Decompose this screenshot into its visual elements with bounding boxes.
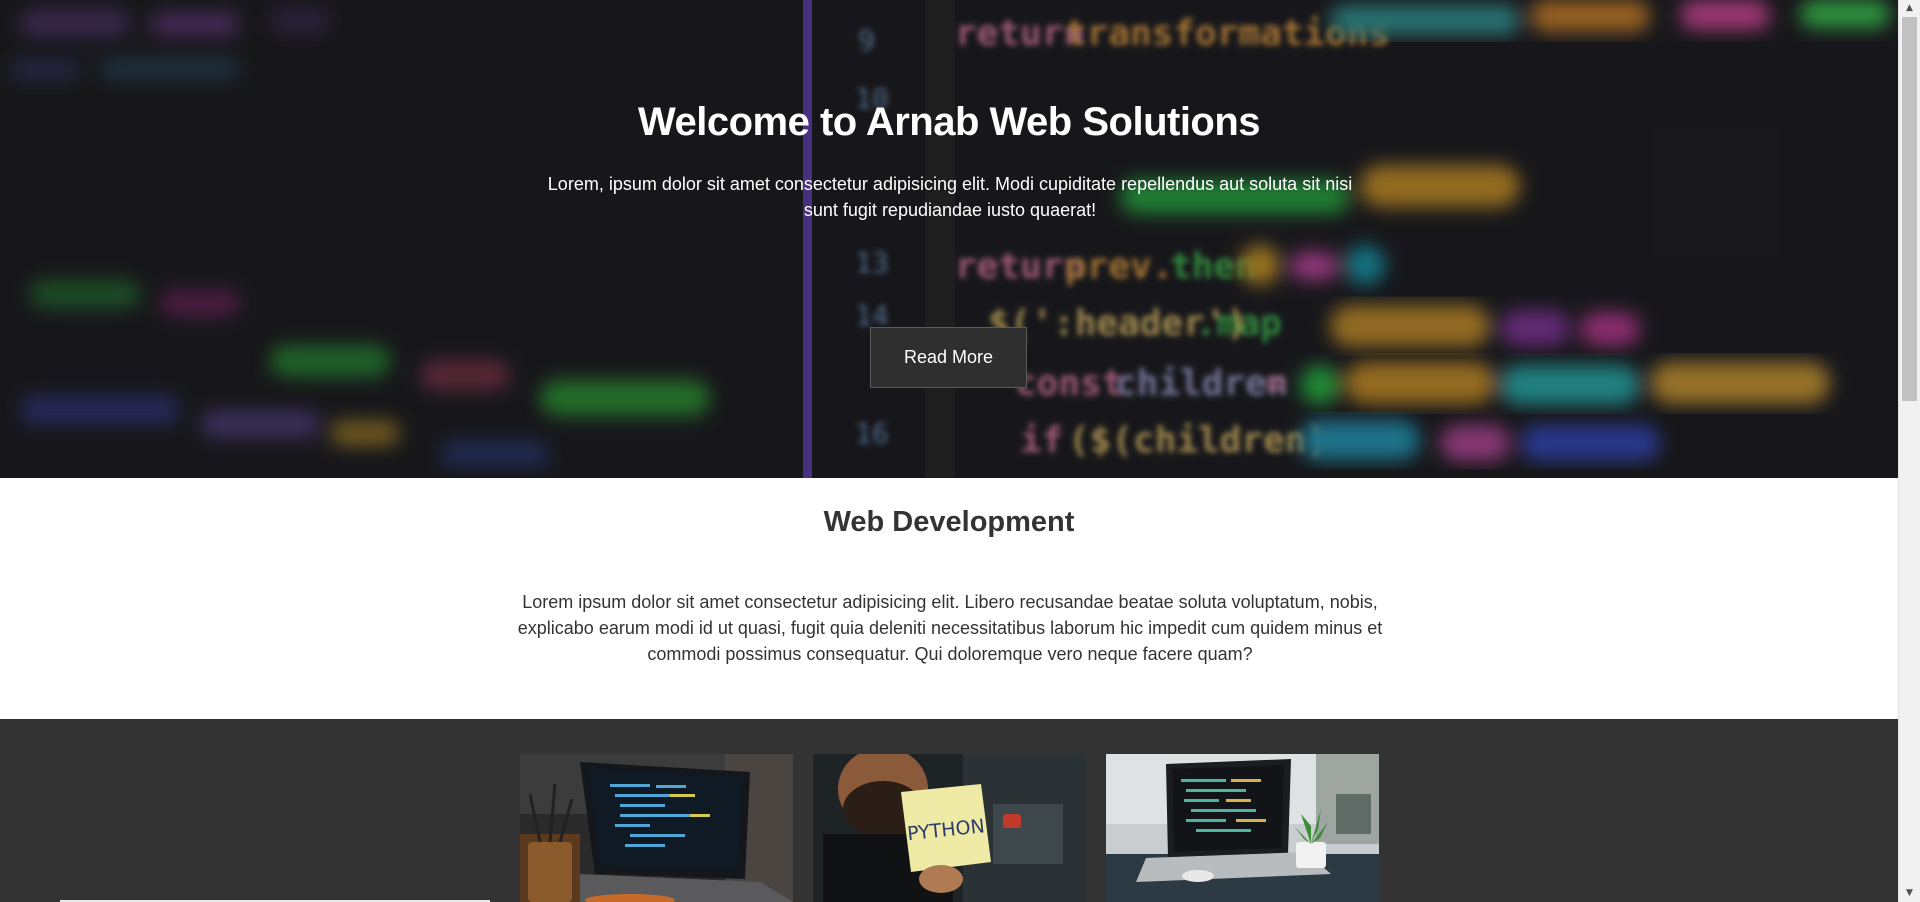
web-development-section: Web Development Lorem ipsum dolor sit am…: [0, 478, 1898, 719]
hero-title: Welcome to Arnab Web Solutions: [637, 100, 1261, 144]
image-gallery: PYTHON: [0, 719, 1898, 902]
scrollbar-thumb[interactable]: [1902, 17, 1917, 401]
gallery-image-python-note[interactable]: PYTHON: [813, 754, 1086, 902]
read-more-button[interactable]: Read More: [870, 327, 1027, 388]
page: 9 10 13 14 16 return transformations ret…: [0, 0, 1898, 902]
scroll-down-arrow-icon[interactable]: ▼: [1899, 885, 1920, 902]
gallery-image-laptop-code[interactable]: [520, 754, 793, 902]
python-note-photo: PYTHON: [813, 754, 1086, 902]
laptop-desk-photo: [1106, 754, 1379, 902]
hero-section: 9 10 13 14 16 return transformations ret…: [0, 0, 1898, 478]
hero-description: Lorem, ipsum dolor sit amet consectetur …: [547, 174, 1353, 220]
hero-dark-overlay: [0, 0, 1898, 478]
gallery-image-laptop-desk[interactable]: [1106, 754, 1379, 902]
section-title: Web Development: [823, 506, 1075, 538]
scroll-up-arrow-icon[interactable]: ▲: [1899, 0, 1920, 17]
laptop-code-photo: [520, 754, 793, 902]
vertical-scrollbar[interactable]: ▲ ▼: [1898, 0, 1920, 902]
section-description: Lorem ipsum dolor sit amet consectetur a…: [517, 592, 1383, 664]
